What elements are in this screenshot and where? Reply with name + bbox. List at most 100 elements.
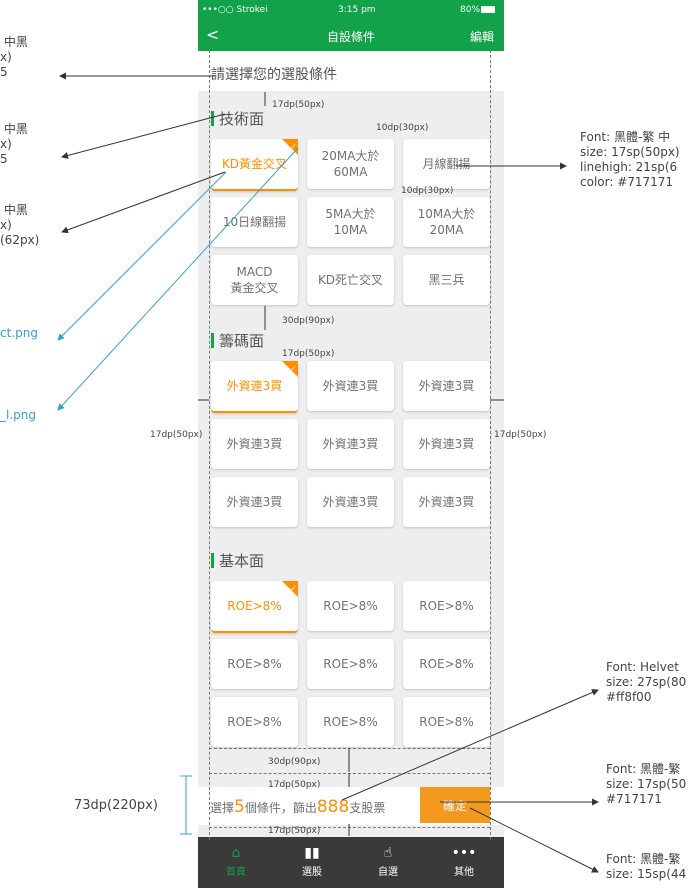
annotation: 73dp(220px) (74, 798, 158, 813)
summary-text: 選擇5個條件，篩出888支股票 (210, 797, 386, 817)
option-tech-3[interactable]: 10日線翻揚 (211, 197, 298, 247)
option-label: ROE>8% (227, 715, 282, 729)
option-tech-2[interactable]: 月線翻揚 (403, 139, 490, 189)
edit-button[interactable]: 編輯 (470, 28, 494, 45)
guide-h1 (209, 748, 490, 749)
more-icon: ••• (451, 845, 477, 861)
option-tech-7[interactable]: KD死亡交叉 (307, 255, 394, 305)
option-tech-5[interactable]: 10MA大於 20MA (403, 197, 490, 247)
tab-more-label: 其他 (454, 867, 474, 878)
option-label: 5MA大於 10MA (325, 207, 376, 237)
confirm-button[interactable]: 確定 (420, 787, 490, 823)
option-fund-3[interactable]: ROE>8% (211, 639, 298, 689)
option-fund-4[interactable]: ROE>8% (307, 639, 394, 689)
section-tech: 技術面 (211, 108, 264, 129)
option-fund-8[interactable]: ROE>8% (403, 697, 490, 747)
prompt-text: 請選擇您的選股條件 (211, 67, 337, 83)
condition-count: 5 (234, 797, 245, 817)
guide-left (209, 50, 210, 840)
option-tech-0[interactable]: KD黃金交叉 ✓ (211, 139, 298, 191)
tab-more[interactable]: ••• 其他 (426, 837, 502, 888)
option-tech-6[interactable]: MACD 黃金交叉 (211, 255, 298, 305)
option-chip-2[interactable]: 外資連3買 (403, 361, 490, 411)
tab-stock-picker[interactable]: ▮▮ 選股 (274, 837, 350, 888)
option-chip-7[interactable]: 外資連3買 (307, 477, 394, 527)
option-tech-8[interactable]: 黑三兵 (403, 255, 490, 305)
left-note: ct.png (0, 326, 38, 340)
right-note: Font: Helvet size: 27sp(80 #ff8f00 (606, 660, 687, 704)
option-tech-4[interactable]: 5MA大於 10MA (307, 197, 394, 247)
option-chip-6[interactable]: 外資連3買 (211, 477, 298, 527)
option-label: 月線翻揚 (422, 157, 471, 171)
tab-watchlist-label: 自選 (378, 867, 398, 878)
option-label: ROE>8% (323, 657, 378, 671)
section-tech-label: 技術面 (219, 110, 265, 128)
status-bar: •••○○ Strokei 3:15 pm 80% (198, 0, 504, 20)
option-fund-1[interactable]: ROE>8% (307, 581, 394, 631)
annotation: 10dp(30px) (376, 123, 429, 133)
summary-bar: 選擇5個條件，篩出888支股票 確定 (198, 787, 504, 825)
battery-icon (481, 6, 495, 13)
tab-home[interactable]: ⌂ 首頁 (198, 837, 274, 888)
clock: 3:15 pm (338, 5, 376, 15)
tab-home-label: 首頁 (226, 867, 246, 878)
guide-h2 (209, 773, 490, 774)
annotation: 17dp(50px) (494, 430, 547, 440)
option-chip-5[interactable]: 外資連3買 (403, 419, 490, 469)
annotation: 30dp(90px) (268, 757, 321, 767)
option-fund-0[interactable]: ROE>8% ✓ (211, 581, 298, 633)
section-chip-label: 籌碼面 (219, 332, 265, 350)
option-label: 外資連3買 (226, 495, 283, 509)
option-label: 外資連3買 (322, 379, 379, 393)
option-chip-4[interactable]: 外資連3買 (307, 419, 394, 469)
tab-stock-picker-label: 選股 (302, 867, 322, 878)
right-note: Font: 黑體-繁 size: 17sp(50 #717171 (606, 762, 687, 806)
option-label: 黑三兵 (428, 273, 465, 287)
option-chip-3[interactable]: 外資連3買 (211, 419, 298, 469)
carrier-label: •••○○ Strokei (202, 5, 268, 15)
annotation: 17dp(50px) (150, 430, 203, 440)
option-label: MACD 黃金交叉 (230, 265, 279, 295)
option-label: 10日線翻揚 (222, 215, 287, 229)
option-label: 外資連3買 (418, 495, 475, 509)
option-label: ROE>8% (419, 715, 474, 729)
option-label: 外資連3買 (322, 437, 379, 451)
option-chip-1[interactable]: 外資連3買 (307, 361, 394, 411)
option-label: ROE>8% (323, 715, 378, 729)
chart-icon: ▮▮ (304, 845, 320, 861)
option-fund-2[interactable]: ROE>8% (403, 581, 490, 631)
option-fund-6[interactable]: ROE>8% (211, 697, 298, 747)
selected-check-icon: ✓ (282, 581, 298, 597)
option-label: 外資連3買 (226, 379, 283, 393)
tab-watchlist[interactable]: ☝ 自選 (350, 837, 426, 888)
page-title: 自設條件 (326, 30, 375, 44)
annotation: 30dp(90px) (282, 316, 335, 326)
option-label: 10MA大於 20MA (417, 207, 476, 237)
option-label: KD黃金交叉 (221, 157, 288, 171)
option-label: KD死亡交叉 (317, 273, 384, 287)
tap-icon: ☝ (383, 845, 393, 861)
section-chip: 籌碼面 (211, 330, 264, 351)
guide-right (490, 50, 491, 840)
option-tech-1[interactable]: 20MA大於 60MA (307, 139, 394, 189)
option-label: ROE>8% (323, 599, 378, 613)
left-note: 中黑 x) 5 (0, 35, 28, 79)
option-label: ROE>8% (227, 657, 282, 671)
phone-screen: •••○○ Strokei 3:15 pm 80% < 自設條件 編輯 請選擇您… (198, 0, 504, 888)
option-label: 外資連3買 (322, 495, 379, 509)
annotation: 17dp(50px) (268, 826, 321, 836)
section-fund: 基本面 (211, 550, 264, 571)
option-chip-8[interactable]: 外資連3買 (403, 477, 490, 527)
nav-bar: < 自設條件 編輯 (198, 20, 504, 51)
option-fund-5[interactable]: ROE>8% (403, 639, 490, 689)
stock-count: 888 (316, 797, 350, 817)
option-label: 外資連3買 (418, 379, 475, 393)
guide-h3 (209, 827, 490, 828)
option-chip-0[interactable]: 外資連3買 ✓ (211, 361, 298, 413)
selected-check-icon: ✓ (282, 361, 298, 377)
right-note: Font: 黑體-繁 size: 15sp(44 (606, 852, 687, 881)
option-fund-7[interactable]: ROE>8% (307, 697, 394, 747)
prompt-bar: 請選擇您的選股條件 (198, 51, 504, 91)
annotation: 17dp(50px) (282, 349, 335, 359)
option-label: ROE>8% (419, 657, 474, 671)
